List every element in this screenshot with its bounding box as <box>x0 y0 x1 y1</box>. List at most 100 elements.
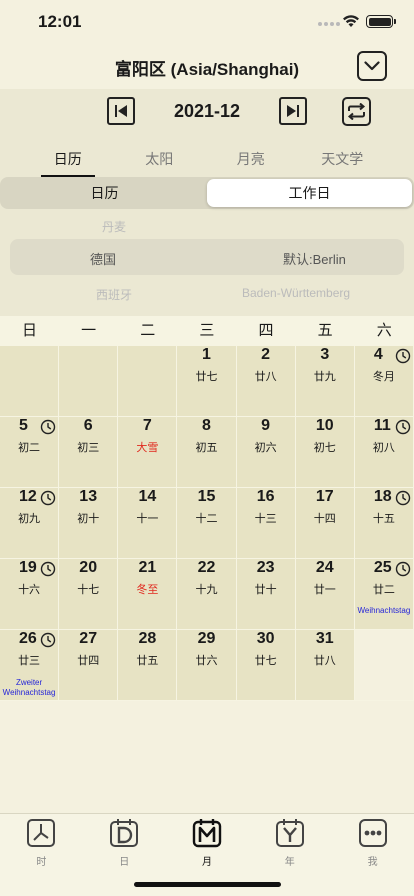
day-number: 22 <box>197 559 216 576</box>
lunar-date: 廿八 <box>313 655 336 667</box>
weekday-label: 三 <box>199 322 215 339</box>
empty-day-cell <box>0 346 60 417</box>
picker-selected-region: 默认:Berlin <box>283 252 346 267</box>
day-number: 28 <box>138 630 157 647</box>
day-cell[interactable]: 28 廿五 <box>118 630 178 701</box>
day-cell[interactable]: 17 十四 <box>295 488 355 559</box>
tabbar-label: 日 <box>119 857 130 868</box>
tab-astronomy[interactable]: 天文学 <box>297 145 389 177</box>
segment-calendar[interactable]: 日历 <box>2 179 207 207</box>
segment-workday[interactable]: 工作日 <box>207 179 412 207</box>
year-tab-icon <box>275 819 304 847</box>
segmented-control: 日历 工作日 <box>0 177 414 209</box>
day-cell[interactable]: 29 廿六 <box>177 630 237 701</box>
day-cell[interactable]: 9 初六 <box>236 417 296 488</box>
day-number: 2 <box>261 346 271 363</box>
day-cell[interactable]: 22 十九 <box>177 559 237 630</box>
day-cell[interactable]: 18 十五 <box>354 488 414 559</box>
day-cell[interactable]: 5 初二 <box>0 417 60 488</box>
lunar-date: 初九 <box>18 513 41 525</box>
lunar-date: 初五 <box>195 442 218 454</box>
lunar-date: 廿五 <box>136 655 159 667</box>
tabbar-label: 时 <box>36 857 47 868</box>
day-cell[interactable]: 12 初九 <box>0 488 60 559</box>
tab-sun[interactable]: 太阳 <box>114 145 206 177</box>
tab-calendar[interactable]: 日历 <box>22 145 114 177</box>
empty-day-cell <box>354 630 414 701</box>
lunar-date: 廿七 <box>254 655 277 667</box>
home-indicator <box>134 882 281 887</box>
day-cell[interactable]: 31 廿八 <box>295 630 355 701</box>
day-cell[interactable]: 16 十三 <box>236 488 296 559</box>
tabbar-item-day[interactable]: 日 <box>83 818 166 868</box>
lunar-date: 十三 <box>254 513 277 525</box>
day-number: 13 <box>79 488 98 505</box>
day-cell[interactable]: 27 廿四 <box>59 630 119 701</box>
tabbar-item-month[interactable]: 月 <box>166 818 249 868</box>
view-tabs: 日历 太阳 月亮 天文学 <box>22 145 388 177</box>
lunar-date: 廿七 <box>195 371 218 383</box>
chevron-down-icon <box>364 61 380 71</box>
lunar-date: 十一 <box>136 513 159 525</box>
lunar-date: 十二 <box>195 513 218 525</box>
day-cell[interactable]: 19 十六 <box>0 559 60 630</box>
day-cell[interactable]: 1 廿七 <box>177 346 237 417</box>
next-month-button[interactable] <box>279 97 307 125</box>
day-cell[interactable]: 4 冬月 <box>354 346 414 417</box>
day-cell[interactable]: 30 廿七 <box>236 630 296 701</box>
lunar-date: 廿九 <box>313 371 336 383</box>
day-cell[interactable]: 3 廿九 <box>295 346 355 417</box>
signal-icon <box>318 22 340 26</box>
holiday-label: Zweiter Weihnachtstag <box>2 678 56 697</box>
tabbar-item-me[interactable]: 我 <box>331 818 414 868</box>
tabbar-item-year[interactable]: 年 <box>248 818 331 868</box>
day-cell[interactable]: 21 冬至 <box>118 559 178 630</box>
skip-next-icon <box>287 105 299 117</box>
day-cell[interactable]: 6 初三 <box>59 417 119 488</box>
tabbar-label: 我 <box>367 857 378 868</box>
lunar-date: 初七 <box>313 442 336 454</box>
day-number: 31 <box>315 630 334 647</box>
day-cell[interactable]: 20 十七 <box>59 559 119 630</box>
day-cell[interactable]: 13 初十 <box>59 488 119 559</box>
clock-tab-icon <box>27 819 56 847</box>
day-number: 29 <box>197 630 216 647</box>
weekday-label: 一 <box>81 322 97 339</box>
region-picker[interactable]: 丹麦 德国 默认:Berlin 西班牙 Baden-Württemberg <box>0 214 414 302</box>
lunar-date: 十九 <box>195 584 218 596</box>
lunar-date: 廿十 <box>254 584 277 596</box>
status-time: 12:01 <box>38 12 82 31</box>
day-cell[interactable]: 11 初八 <box>354 417 414 488</box>
picker-option: Baden-Württemberg <box>242 286 351 300</box>
toggle-button[interactable] <box>342 97 371 126</box>
clock-icon <box>40 632 56 653</box>
weekday-label: 五 <box>317 322 333 339</box>
day-cell[interactable]: 8 初五 <box>177 417 237 488</box>
day-number: 17 <box>315 488 334 505</box>
month-navigator: 2021-12 <box>0 97 414 129</box>
day-cell[interactable]: 10 初七 <box>295 417 355 488</box>
day-cell[interactable]: 23 廿十 <box>236 559 296 630</box>
status-bar: 12:01 <box>0 0 414 44</box>
clock-icon <box>40 561 56 582</box>
weekday-label: 六 <box>376 322 392 339</box>
day-cell[interactable]: 14 十一 <box>118 488 178 559</box>
battery-icon <box>366 15 396 28</box>
day-cell[interactable]: 26 廿三 Zweiter Weihnachtstag <box>0 630 60 701</box>
location-dropdown-button[interactable] <box>357 51 387 81</box>
day-number: 3 <box>320 346 330 363</box>
day-cell[interactable]: 24 廿一 <box>295 559 355 630</box>
day-cell[interactable]: 7 大雪 <box>118 417 178 488</box>
picker-option: 丹麦 <box>102 220 127 234</box>
clock-icon <box>40 419 56 440</box>
day-number: 16 <box>256 488 275 505</box>
weekday-label: 二 <box>140 322 156 339</box>
day-cell[interactable]: 25 廿二 Weihnachtstag <box>354 559 414 630</box>
weekday-label: 四 <box>258 322 274 339</box>
tabbar-item-hour[interactable]: 时 <box>0 818 83 868</box>
lunar-date: 冬月 <box>372 371 395 383</box>
day-number: 27 <box>79 630 98 647</box>
day-cell[interactable]: 2 廿八 <box>236 346 296 417</box>
day-cell[interactable]: 15 十二 <box>177 488 237 559</box>
tab-moon[interactable]: 月亮 <box>205 145 297 177</box>
